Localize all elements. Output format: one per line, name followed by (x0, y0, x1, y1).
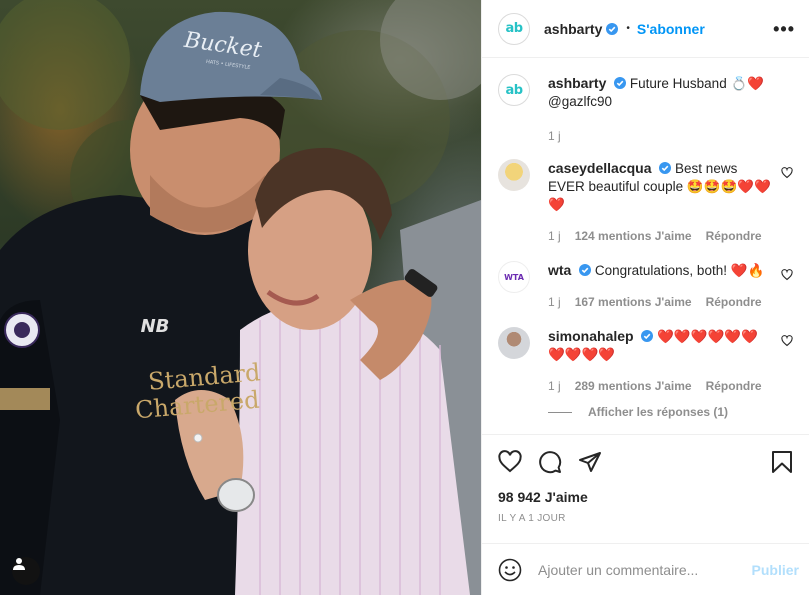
comment-text: Congratulations, both! ❤️🔥 (594, 263, 765, 278)
heart-icon (498, 450, 522, 473)
post-actions: 98 942 J'aime IL Y A 1 JOUR Publier (482, 434, 809, 595)
reply-button[interactable]: Répondre (706, 377, 762, 395)
caption-time[interactable]: 1 j (548, 127, 561, 145)
comment-row: caseydellacqua Best news EVER beautiful … (498, 159, 793, 245)
comment-username[interactable]: simonahalep (548, 328, 634, 344)
comment-bubble-icon (539, 451, 562, 474)
like-comment-heart-icon[interactable] (781, 269, 793, 281)
comment-time[interactable]: 1 j (548, 377, 561, 395)
caption-mention[interactable]: @gazlfc90 (548, 94, 612, 109)
commenter-avatar[interactable] (498, 159, 530, 191)
follow-button[interactable]: S'abonner (637, 21, 705, 37)
likes-count[interactable]: 98 942 J'aime (498, 489, 793, 505)
reply-button[interactable]: Répondre (706, 293, 762, 311)
comments-section[interactable]: ab ashbarty Future Husband 💍❤️ @gazlfc90… (482, 58, 809, 434)
caption-username[interactable]: ashbarty (548, 75, 606, 91)
post-photo[interactable]: Bucket HATS • LIFESTYLE Standard Charter… (0, 0, 481, 595)
comment-time[interactable]: 1 j (548, 227, 561, 245)
commenter-avatar[interactable] (498, 327, 530, 359)
nb-logo: NB (141, 316, 170, 337)
reply-button[interactable]: Répondre (706, 227, 762, 245)
save-button[interactable] (771, 450, 793, 474)
replies-divider (548, 411, 572, 413)
post-header: ab ashbarty • S'abonner ••• (482, 0, 809, 58)
separator-dot: • (626, 23, 630, 34)
comment-row: WTA wta Congratulations, both! ❤️🔥 1 j 1… (498, 261, 793, 311)
add-comment-bar: Publier (482, 543, 809, 595)
commenter-avatar[interactable]: WTA (498, 261, 530, 293)
publish-button[interactable]: Publier (752, 562, 799, 578)
comment-input[interactable] (538, 561, 752, 578)
share-button[interactable] (578, 450, 602, 474)
verified-icon (659, 162, 672, 174)
caption-text: Future Husband 💍❤️ (629, 76, 765, 91)
comment-username[interactable]: wta (548, 262, 571, 278)
bookmark-icon (772, 451, 792, 473)
author-avatar[interactable]: ab (498, 12, 530, 45)
view-replies-button[interactable]: Afficher les réponses (1) (548, 405, 793, 419)
author-username[interactable]: ashbarty (544, 21, 602, 37)
comment-button[interactable] (538, 450, 562, 474)
caption-row: ab ashbarty Future Husband 💍❤️ @gazlfc90… (498, 74, 793, 145)
verified-icon (579, 264, 592, 276)
verified-icon (641, 330, 654, 342)
like-comment-heart-icon[interactable] (781, 335, 793, 347)
verified-icon (606, 22, 619, 35)
comment-likes[interactable]: 124 mentions J'aime (575, 227, 692, 245)
comment-likes[interactable]: 289 mentions J'aime (575, 377, 692, 395)
like-button[interactable] (498, 450, 522, 474)
verified-icon (614, 77, 627, 89)
comment-time[interactable]: 1 j (548, 293, 561, 311)
comment-row: simonahalep ❤️❤️❤️❤️❤️❤️❤️❤️❤️❤️ 1 j 289… (498, 327, 793, 395)
user-tag-icon (13, 558, 25, 570)
emoji-icon[interactable] (498, 558, 522, 582)
more-options-icon[interactable]: ••• (773, 20, 795, 38)
photo-illustration: Bucket HATS • LIFESTYLE Standard Charter… (0, 0, 481, 595)
comment-likes[interactable]: 167 mentions J'aime (575, 293, 692, 311)
comment-username[interactable]: caseydellacqua (548, 160, 652, 176)
like-comment-heart-icon[interactable] (781, 167, 793, 179)
post-side-panel: ab ashbarty • S'abonner ••• ab ashbarty … (481, 0, 809, 595)
paper-plane-icon (579, 452, 601, 472)
post-timestamp[interactable]: IL Y A 1 JOUR (498, 513, 793, 524)
tagged-users-button[interactable] (12, 557, 40, 585)
caption-author-avatar[interactable]: ab (498, 74, 530, 106)
